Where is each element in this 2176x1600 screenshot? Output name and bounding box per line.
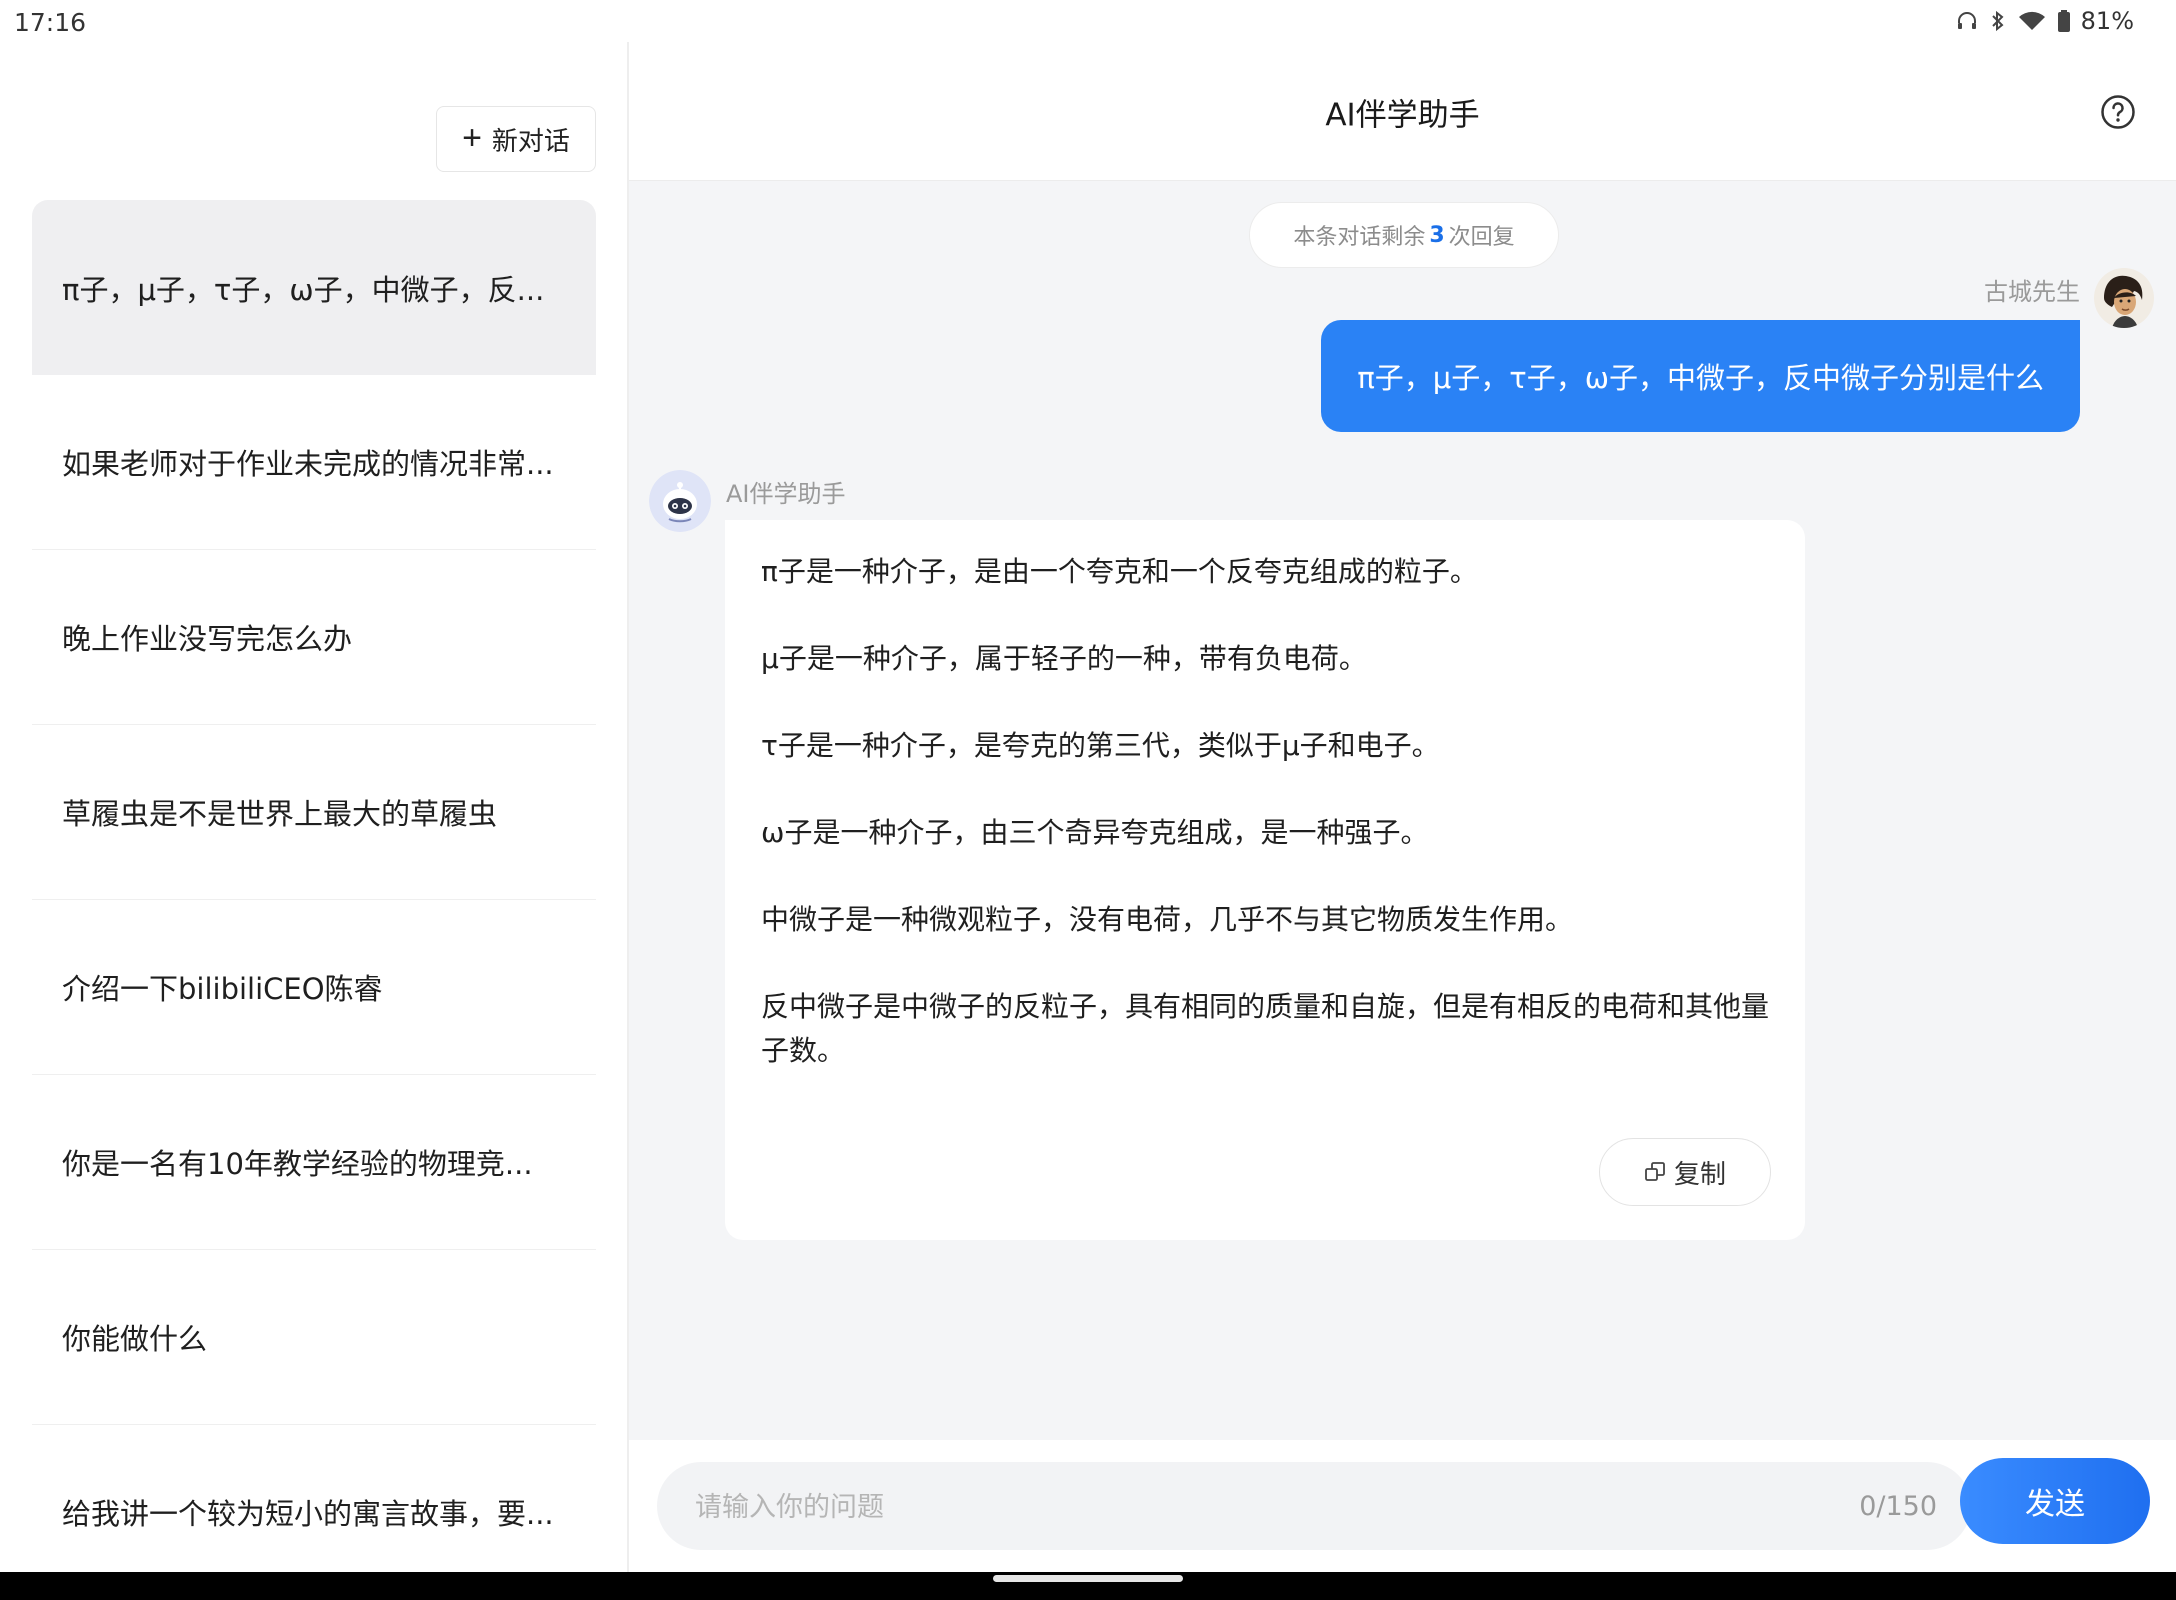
conversation-title: 如果老师对于作业未完成的情况非常...	[62, 447, 554, 481]
bot-answer-paragraph: 反中微子是中微子的反粒子，具有相同的质量和自旋，但是有相反的电荷和其他量子数。	[761, 990, 1770, 1067]
wifi-icon	[2018, 11, 2045, 30]
bot-answer-paragraph: 中微子是一种微观粒子，没有电荷，几乎不与其它物质发生作用。	[761, 903, 1574, 936]
conversation-item-active[interactable]: π子，μ子，τ子，ω子，中微子，反...	[32, 200, 596, 375]
status-time: 17:16	[14, 8, 87, 37]
help-icon[interactable]	[2100, 94, 2136, 130]
bot-message-bubble: π子是一种介子，是由一个夸克和一个反夸克组成的粒子。 μ子是一种介子，属于轻子的…	[725, 520, 1805, 1240]
conversation-item[interactable]: 如果老师对于作业未完成的情况非常...	[32, 375, 596, 550]
bot-answer-paragraph: ω子是一种介子，由三个奇异夸克组成，是一种强子。	[761, 816, 1429, 849]
conversation-item[interactable]: 你是一名有10年教学经验的物理竞...	[32, 1075, 596, 1250]
chat-header: AI伴学助手	[629, 42, 2176, 181]
new-chat-button[interactable]: + 新对话	[436, 106, 596, 172]
remaining-suffix: 次回复	[1448, 225, 1515, 250]
chat-panel: AI伴学助手 本条对话剩余 3 次回复 古城先生 π子，μ子，τ子，ω子，中微子…	[629, 42, 2176, 1572]
bot-name: AI伴学助手	[726, 480, 846, 508]
plus-icon: +	[462, 118, 482, 157]
battery-level: 81%	[2080, 7, 2134, 35]
conversation-title: 你是一名有10年教学经验的物理竞...	[62, 1147, 533, 1181]
conversation-item[interactable]: 你能做什么	[32, 1250, 596, 1425]
page-title: AI伴学助手	[1325, 97, 1480, 134]
conversation-list: π子，μ子，τ子，ω子，中微子，反... 如果老师对于作业未完成的情况非常...…	[32, 200, 596, 1600]
conversation-title: 晚上作业没写完怎么办	[62, 622, 353, 656]
copy-icon	[1645, 1162, 1665, 1181]
remaining-count: 3	[1429, 222, 1445, 248]
conversation-title: 介绍一下bilibiliCEO陈睿	[62, 972, 383, 1006]
conversation-item[interactable]: 介绍一下bilibiliCEO陈睿	[32, 900, 596, 1075]
bot-avatar	[649, 470, 711, 532]
copy-label: 复制	[1673, 1158, 1726, 1189]
conversation-title: 给我讲一个较为短小的寓言故事，要...	[62, 1497, 554, 1531]
conversation-title: π子，μ子，τ子，ω子，中微子，反...	[62, 272, 545, 307]
bot-answer-paragraph: π子是一种介子，是由一个夸克和一个反夸克组成的粒子。	[761, 555, 1478, 588]
status-icons: 81%	[1955, 7, 2134, 35]
remaining-replies-badge: 本条对话剩余 3 次回复	[1249, 202, 1559, 268]
conversation-title: 草履虫是不是世界上最大的草履虫	[62, 797, 498, 831]
input-area: 0/150 发送	[629, 1440, 2176, 1572]
home-gesture-handle[interactable]	[993, 1575, 1183, 1582]
user-message-bubble: π子，μ子，τ子，ω子，中微子，反中微子分别是什么	[1321, 320, 2080, 432]
bot-answer-paragraph: τ子是一种介子，是夸克的第三代，类似于μ子和电子。	[761, 729, 1440, 762]
conversation-item[interactable]: 晚上作业没写完怎么办	[32, 550, 596, 725]
conversation-title: 你能做什么	[62, 1322, 208, 1356]
headphones-icon	[1957, 12, 1976, 29]
new-chat-label: 新对话	[491, 125, 570, 156]
char-counter: 0/150	[1859, 1490, 1937, 1522]
copy-button[interactable]: 复制	[1599, 1138, 1771, 1206]
user-message-text: π子，μ子，τ子，ω子，中微子，反中微子分别是什么	[1357, 361, 2044, 395]
battery-icon	[2057, 10, 2070, 32]
question-input[interactable]	[693, 1462, 1797, 1552]
question-input-box: 0/150	[657, 1462, 1971, 1552]
status-bar: 17:16 81%	[0, 0, 2176, 42]
bluetooth-icon	[1991, 10, 2004, 32]
sidebar: + 新对话 π子，μ子，τ子，ω子，中微子，反... 如果老师对于作业未完成的情…	[0, 42, 629, 1600]
conversation-item[interactable]: 草履虫是不是世界上最大的草履虫	[32, 725, 596, 900]
user-name: 古城先生	[1984, 278, 2080, 306]
user-avatar	[2094, 268, 2154, 328]
bot-answer-paragraph: μ子是一种介子，属于轻子的一种，带有负电荷。	[761, 642, 1367, 675]
remaining-prefix: 本条对话剩余	[1293, 225, 1426, 250]
send-button[interactable]: 发送	[1960, 1458, 2150, 1544]
